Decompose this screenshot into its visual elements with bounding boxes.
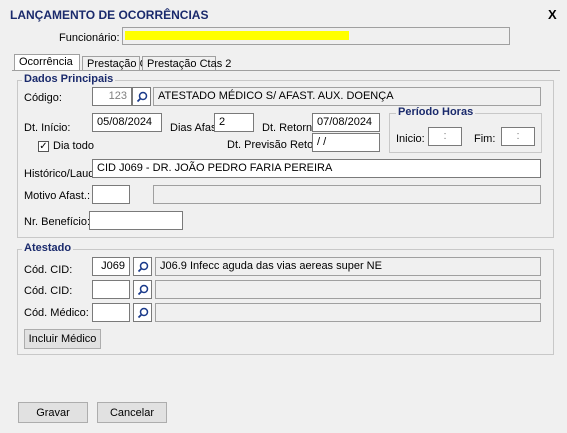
search-icon xyxy=(136,91,147,102)
atestado-label: Atestado xyxy=(22,242,74,254)
dt-inicio-input[interactable]: 05/08/2024 xyxy=(92,113,162,132)
gravar-label: Gravar xyxy=(36,406,70,419)
motivo-afast-label: Motivo Afast.: xyxy=(24,190,91,202)
fim-input[interactable]: : xyxy=(501,127,535,146)
medico-description xyxy=(155,303,541,322)
inicio-label: Inicio: xyxy=(396,133,425,145)
dt-previsao-input[interactable]: / / xyxy=(312,133,380,152)
cid1-label: Cód. CID: xyxy=(24,264,73,276)
historico-input[interactable]: CID J069 - DR. JOÃO PEDRO FARIA PEREIRA xyxy=(92,159,541,178)
beneficio-label: Nr. Benefício: xyxy=(24,216,91,228)
codigo-input[interactable]: 123 xyxy=(92,87,132,106)
gravar-button[interactable]: Gravar xyxy=(18,402,88,423)
tab-prestacao-ctas[interactable]: Prestação Ctas xyxy=(82,56,162,71)
cid1-search-button[interactable] xyxy=(133,257,152,276)
motivo-afast-input[interactable] xyxy=(92,185,130,204)
dia-todo-checkbox[interactable]: ✓ xyxy=(38,141,49,152)
incluir-medico-button[interactable]: Incluir Médico xyxy=(24,329,101,349)
search-icon xyxy=(137,307,148,318)
dados-principais-label: Dados Principais xyxy=(22,73,116,85)
cid1-input[interactable]: J069 xyxy=(92,257,130,276)
funcionario-label: Funcionário: xyxy=(59,32,120,44)
incluir-medico-label: Incluir Médico xyxy=(28,333,97,345)
dias-afast-input[interactable]: 2 xyxy=(214,113,254,132)
cancelar-button[interactable]: Cancelar xyxy=(97,402,167,423)
window-title: LANÇAMENTO DE OCORRÊNCIAS xyxy=(10,8,209,22)
codigo-description: ATESTADO MÉDICO S/ AFAST. AUX. DOENÇA xyxy=(153,87,541,106)
codigo-search-button[interactable] xyxy=(132,87,151,106)
medico-search-button[interactable] xyxy=(133,303,152,322)
cid2-input[interactable] xyxy=(92,280,130,299)
dia-todo-label: Dia todo xyxy=(53,140,94,152)
dt-retorno-input[interactable]: 07/08/2024 xyxy=(312,113,380,132)
search-icon xyxy=(137,284,148,295)
funcionario-redaction xyxy=(125,31,349,40)
medico-input[interactable] xyxy=(92,303,130,322)
cid2-label: Cód. CID: xyxy=(24,285,73,297)
dt-inicio-label: Dt. Início: xyxy=(24,122,71,134)
tab-prestacao-ctas-2[interactable]: Prestação Ctas 2 xyxy=(142,56,231,71)
cid2-description xyxy=(155,280,541,299)
search-icon xyxy=(137,261,148,272)
funcionario-field[interactable] xyxy=(122,27,510,45)
periodo-horas-label: Período Horas xyxy=(396,106,476,118)
cancelar-label: Cancelar xyxy=(109,406,155,419)
inicio-input[interactable]: : xyxy=(428,127,462,146)
cid1-description: J06.9 Infecc aguda das vias aereas super… xyxy=(155,257,541,276)
motivo-afast-description xyxy=(153,185,541,204)
beneficio-input[interactable] xyxy=(89,211,183,230)
cid2-search-button[interactable] xyxy=(133,280,152,299)
codigo-label: Código: xyxy=(24,92,62,104)
tab-strip-border xyxy=(12,70,560,71)
tab-ocorrencia[interactable]: Ocorrência xyxy=(14,54,80,71)
close-button[interactable]: X xyxy=(548,7,557,22)
medico-label: Cód. Médico: xyxy=(24,307,89,319)
fim-label: Fim: xyxy=(474,133,496,145)
